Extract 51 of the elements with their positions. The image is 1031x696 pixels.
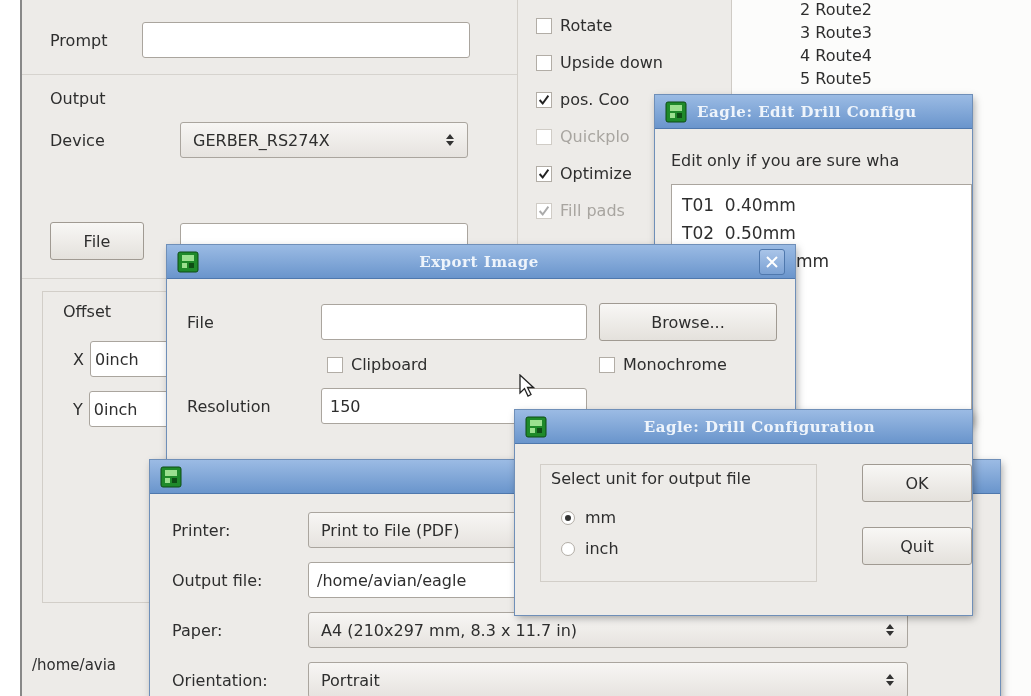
dialog-button[interactable]: Quit	[862, 527, 972, 565]
radio-button[interactable]	[561, 541, 575, 556]
app-icon	[525, 415, 547, 438]
layer-item[interactable]: 4 Route4	[800, 46, 1031, 66]
dialog-button[interactable]: OK	[862, 464, 972, 502]
status-path: /home/avia	[32, 656, 117, 674]
file-field[interactable]	[321, 304, 587, 340]
option-checkbox[interactable]: Upside down	[536, 53, 663, 72]
layer-item[interactable]: 3 Route3	[800, 23, 1031, 43]
radio-label[interactable]: mm	[585, 508, 617, 527]
layer-item[interactable]: 5 Route5	[800, 69, 1031, 89]
window-title: Export Image	[418, 252, 540, 271]
updown-arrows-icon	[885, 623, 895, 637]
app-icon	[177, 250, 199, 273]
radio-button[interactable]	[561, 510, 575, 525]
checkmark-icon	[537, 203, 551, 218]
app-icon	[665, 100, 687, 123]
output-label: Output	[50, 89, 106, 108]
option-select[interactable]: Portrait	[308, 662, 908, 696]
group-label: Select unit for output file	[551, 469, 751, 488]
mouse-pointer-icon	[519, 374, 535, 398]
device-label: Device	[50, 130, 106, 150]
option-select[interactable]: A4 (210x297 mm, 8.3 x 11.7 in)	[308, 612, 908, 648]
radio-label[interactable]: inch	[585, 539, 619, 558]
field-label: Orientation:	[172, 670, 269, 690]
checkmark-icon	[537, 166, 551, 181]
prompt-field[interactable]	[142, 22, 470, 58]
prompt-label: Prompt	[50, 30, 109, 50]
app-icon	[160, 465, 182, 488]
window-title: Eagle: Edit Drill Configu	[697, 102, 918, 121]
checkmark-icon	[537, 92, 551, 107]
option-checkbox[interactable]: Optimize	[536, 164, 632, 183]
updown-arrows-icon	[885, 673, 895, 687]
file-label: File	[187, 312, 215, 332]
file-button[interactable]: File	[50, 222, 144, 260]
device-select[interactable]: GERBER_RS274X	[180, 122, 468, 158]
option-checkbox[interactable]: Clipboard	[327, 355, 587, 374]
option-checkbox[interactable]: pos. Coo	[536, 90, 630, 109]
hint-text: Edit only if you are sure wha	[670, 150, 901, 170]
updown-arrows-icon	[445, 133, 455, 147]
browse-button[interactable]: Browse...	[599, 303, 777, 341]
field-label: Paper:	[172, 620, 224, 640]
axis-label: Y	[73, 399, 83, 419]
close-icon	[766, 255, 778, 268]
field-label: Printer:	[172, 520, 232, 540]
offset-label: Offset	[63, 302, 112, 321]
axis-label: X	[73, 349, 84, 369]
field-label: Output file:	[172, 570, 264, 590]
close-button[interactable]	[759, 248, 785, 275]
option-checkbox[interactable]: Rotate	[536, 16, 613, 35]
layer-item[interactable]: 2 Route2	[800, 0, 1031, 20]
